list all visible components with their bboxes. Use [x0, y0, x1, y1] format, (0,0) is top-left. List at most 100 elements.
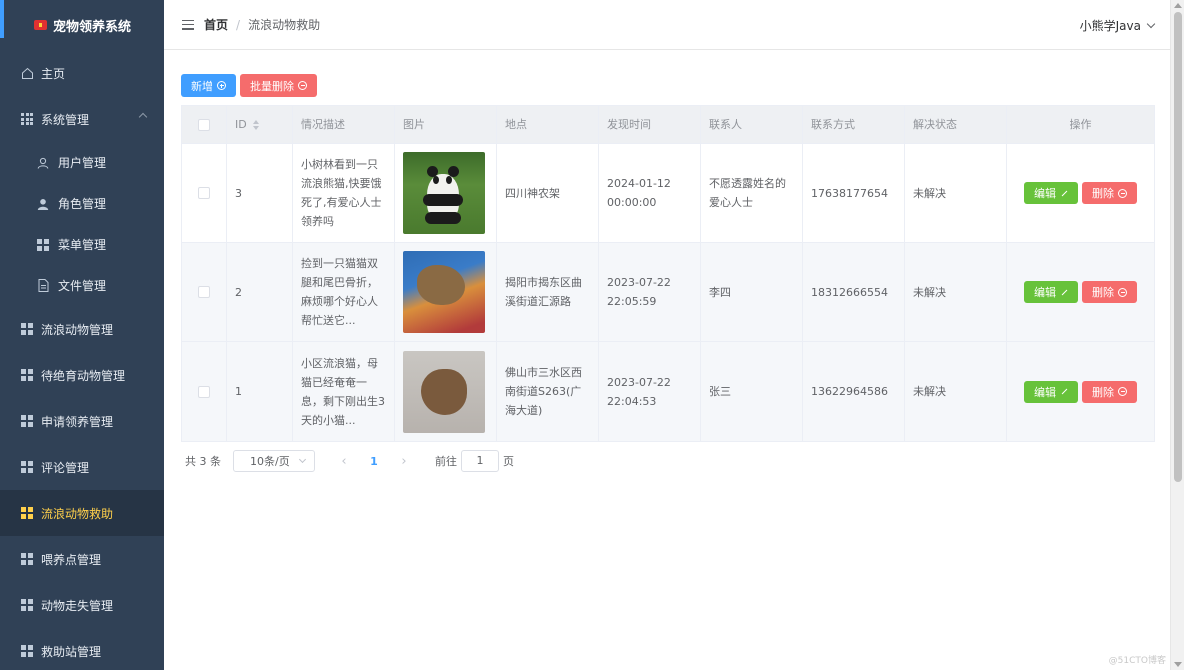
cell-contact: 李四: [701, 243, 803, 341]
grid-icon: [20, 552, 34, 566]
header-actions: 操作: [1007, 106, 1154, 143]
stray-cat-photo[interactable]: [403, 350, 485, 433]
sidebar-item-comments[interactable]: 评论管理: [0, 444, 164, 490]
cell-image: [395, 144, 497, 242]
edit-button[interactable]: 编辑: [1024, 182, 1078, 204]
scrollbar-thumb[interactable]: [1174, 12, 1182, 482]
chevron-up-icon: [138, 112, 148, 122]
circle-minus-icon: [1118, 287, 1127, 297]
sidebar-item-label: 动物走失管理: [41, 598, 114, 613]
page-scrollbar[interactable]: [1170, 0, 1184, 670]
user-dropdown[interactable]: 小熊学Java: [1080, 17, 1156, 34]
breadcrumb-current: 流浪动物救助: [248, 18, 321, 32]
row-checkbox[interactable]: [198, 385, 210, 398]
grid-icon: [20, 598, 34, 612]
edit-button-label: 编辑: [1034, 187, 1056, 200]
column-header: ID: [235, 118, 247, 131]
sidebar-item-files[interactable]: 文件管理: [0, 265, 164, 306]
header-contact: 联系人: [701, 106, 803, 143]
sidebar-item-home[interactable]: 主页: [0, 50, 164, 96]
batch-delete-button-label: 批量删除: [250, 79, 294, 93]
grid-icon: [20, 506, 34, 520]
sidebar-item-neuter[interactable]: 待绝育动物管理: [0, 352, 164, 398]
sidebar-item-feeding[interactable]: 喂养点管理: [0, 536, 164, 582]
sidebar-item-label: 待绝育动物管理: [41, 368, 126, 383]
select-all-checkbox[interactable]: [198, 118, 210, 131]
sidebar-item-lost[interactable]: 动物走失管理: [0, 582, 164, 628]
pagination: 共 3 条 10条/页 ‹ 1 › 前往 1 页: [181, 450, 514, 472]
grid-icon: [20, 368, 34, 382]
batch-delete-button[interactable]: 批量删除: [240, 74, 317, 97]
grid-icon: [36, 238, 50, 252]
column-header: 情况描述: [301, 118, 345, 131]
table-row: 1 小区流浪猫，母猫已经奄奄一息，剩下刚出生3天的小猫... 佛山市三水区西南街…: [182, 342, 1154, 441]
edit-button-label: 编辑: [1034, 385, 1056, 399]
circle-minus-icon: [1118, 188, 1127, 198]
add-button[interactable]: 新增: [181, 74, 236, 97]
column-header: 发现时间: [607, 118, 651, 131]
page-number[interactable]: 1: [359, 455, 389, 468]
circle-minus-icon: [1118, 387, 1127, 396]
edit-button-label: 编辑: [1034, 286, 1056, 299]
sidebar-item-rescue[interactable]: 流浪动物救助: [0, 490, 164, 536]
edit-icon: [1061, 388, 1068, 395]
goto-page-input[interactable]: 1: [461, 450, 499, 472]
row-checkbox[interactable]: [198, 187, 210, 199]
sidebar-item-system[interactable]: 系统管理: [0, 96, 164, 142]
goto-label: 前往: [435, 455, 457, 468]
header-time: 发现时间: [599, 106, 701, 143]
next-page-button[interactable]: ›: [389, 454, 419, 469]
prev-page-button[interactable]: ‹: [329, 454, 359, 469]
header-phone: 联系方式: [803, 106, 905, 143]
header-desc: 情况描述: [293, 106, 395, 143]
circle-plus-icon: [217, 81, 226, 90]
cell-location: 佛山市三水区西南街道S263(广海大道): [497, 342, 599, 441]
sidebar-item-roles[interactable]: 角色管理: [0, 183, 164, 224]
delete-button-label: 删除: [1092, 385, 1114, 399]
cell-id: 3: [227, 144, 293, 242]
edit-button[interactable]: 编辑: [1024, 380, 1078, 403]
edit-button[interactable]: 编辑: [1024, 281, 1078, 303]
sidebar-item-label: 系统管理: [41, 112, 90, 127]
breadcrumb-home[interactable]: 首页: [204, 16, 228, 33]
sidebar-item-users[interactable]: 用户管理: [0, 142, 164, 183]
header-location: 地点: [497, 106, 599, 143]
sidebar-item-adoption[interactable]: 申请领养管理: [0, 398, 164, 444]
cell-desc: 捡到一只猫猫双腿和尾巴骨折，麻烦哪个好心人帮忙送它...: [293, 243, 395, 341]
table-row: 2 捡到一只猫猫双腿和尾巴骨折，麻烦哪个好心人帮忙送它... 揭阳市揭东区曲溪街…: [182, 243, 1154, 342]
cell-image: [395, 342, 497, 441]
header-select-all: [182, 106, 227, 143]
chevron-down-icon: [1146, 19, 1156, 28]
toolbar: 新增 批量删除: [181, 74, 317, 97]
scroll-up-arrow-icon[interactable]: [1174, 3, 1182, 8]
table-row: 3 小树林看到一只流浪熊猫,快要饿死了,有爱心人士 领养吗 四川神农架 2024…: [182, 144, 1154, 243]
grid-icon: [20, 460, 34, 474]
cell-time: 2023-07-22 22:05:59: [599, 243, 701, 341]
hamburger-icon[interactable]: [182, 19, 194, 30]
scroll-down-arrow-icon[interactable]: [1174, 662, 1182, 667]
sidebar-item-stray-animals[interactable]: 流浪动物管理: [0, 306, 164, 352]
injured-cat-photo[interactable]: [403, 251, 485, 333]
grid-icon: [20, 322, 34, 336]
page-size-value: 10条/页: [250, 455, 290, 468]
cell-status: 未解决: [905, 243, 1007, 341]
panda-photo[interactable]: [403, 152, 485, 234]
delete-button[interactable]: 删除: [1082, 281, 1137, 303]
delete-button[interactable]: 删除: [1082, 182, 1137, 204]
circle-minus-icon: [298, 81, 307, 90]
header-id[interactable]: ID: [227, 106, 293, 143]
cell-image: [395, 243, 497, 341]
sidebar-item-label: 救助站管理: [41, 644, 102, 659]
sort-icon[interactable]: [252, 119, 259, 130]
cell-time: 2024-01-12 00:00:00: [599, 144, 701, 242]
sidebar-item-label: 角色管理: [58, 197, 107, 211]
sidebar-item-label: 文件管理: [58, 279, 107, 293]
cell-id: 2: [227, 243, 293, 341]
column-header: 联系人: [709, 118, 742, 131]
column-header: 图片: [403, 118, 425, 131]
row-checkbox[interactable]: [198, 286, 210, 298]
page-size-select[interactable]: 10条/页: [233, 450, 315, 472]
sidebar-item-menus[interactable]: 菜单管理: [0, 224, 164, 265]
sidebar-item-stations[interactable]: 救助站管理: [0, 628, 164, 670]
delete-button[interactable]: 删除: [1082, 380, 1137, 403]
